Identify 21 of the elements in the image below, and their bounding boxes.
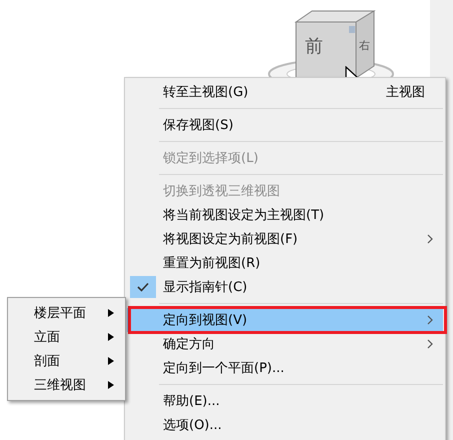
menu-item[interactable]: 立面 <box>8 325 125 349</box>
triangle-right-icon <box>107 308 115 318</box>
menu-item[interactable]: 转至主视图(G) 主视图 <box>127 80 443 104</box>
menu-item[interactable]: 选项(O)... <box>127 413 443 437</box>
menu-item[interactable]: 帮助(E)... <box>127 389 443 413</box>
cube-face-label: 前 <box>305 35 323 58</box>
triangle-right-icon <box>107 332 115 342</box>
menu-item[interactable]: 剖面 <box>8 349 125 373</box>
menu-item[interactable]: 确定方向 <box>127 332 443 356</box>
menu-item[interactable]: 将当前视图设定为主视图(T) <box>127 203 443 227</box>
shortcut-text: 主视图 <box>386 84 426 101</box>
menu-item[interactable]: 将视图设定为前视图(F) <box>127 227 443 251</box>
menu-item[interactable]: 显示指南针(C) <box>127 275 443 299</box>
triangle-right-icon <box>107 380 115 390</box>
menu-item[interactable]: 重置为前视图(R) <box>127 251 443 275</box>
cube-face-label: 右 <box>359 38 370 53</box>
menu-item[interactable]: 楼层平面 <box>8 301 125 325</box>
menu-item[interactable]: 定向到一个平面(P)... <box>127 356 443 380</box>
menu-item[interactable]: 保存视图(S) <box>127 113 443 137</box>
menu-item[interactable]: 三维视图 <box>8 373 125 397</box>
triangle-right-icon <box>107 356 115 366</box>
